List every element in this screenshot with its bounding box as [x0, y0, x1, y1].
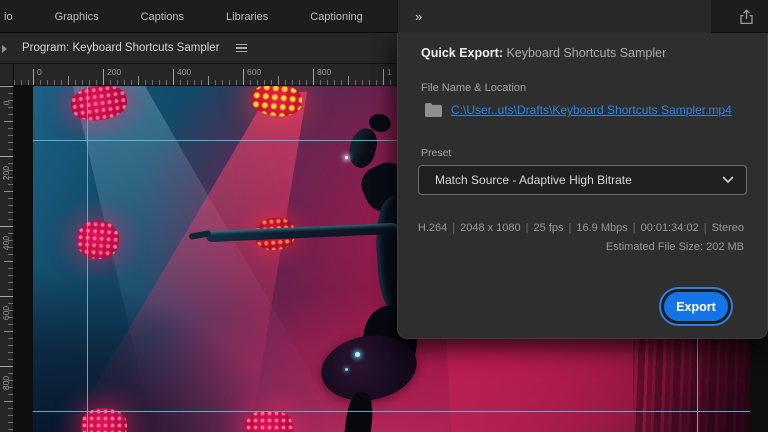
ruler-label: 0 [37, 67, 42, 77]
quick-export-title-value: Keyboard Shortcuts Sampler [502, 46, 667, 60]
export-summary: H.264 | 2048 x 1080 | 25 fps | 16.9 Mbps | 00:01… [406, 222, 744, 234]
panel-edge-arrow-icon[interactable] [2, 45, 7, 53]
tutu-glint [345, 368, 348, 371]
ruler-label: 400 [177, 67, 192, 77]
workspace-tab-graphics[interactable]: Graphics [55, 11, 99, 23]
workspace-tab-captioning[interactable]: Captioning [310, 11, 363, 23]
safe-margin-guide-bottom [33, 411, 750, 412]
ruler-ticks [14, 64, 397, 85]
ruler-label: 200 [107, 67, 122, 77]
file-name-location-label: File Name & Location [421, 82, 527, 94]
horizontal-ruler: 0 200 400 600 800 1 [14, 64, 397, 86]
summary-separator: | [525, 222, 529, 234]
workspace-tabs: io Graphics Captions Libraries Captionin… [4, 0, 363, 33]
ruler-label: 0 [1, 100, 12, 106]
quick-export-title-label: Quick Export: [421, 46, 503, 60]
workspace-bar: io Graphics Captions Libraries Captionin… [0, 0, 768, 33]
vertical-ruler: 0 200 400 600 800 [0, 86, 14, 432]
ruler-label: 600 [247, 67, 262, 77]
quick-export-title: Quick Export: Keyboard Shortcuts Sampler [421, 46, 666, 60]
summary-duration: 00:01:34:02 [640, 222, 699, 234]
ruler-label: 600 [1, 305, 12, 321]
export-file-path-link[interactable]: C:\User..uts\Drafts\Keyboard Shortcuts S… [451, 103, 732, 117]
summary-separator: | [568, 222, 572, 234]
panel-menu-icon[interactable] [235, 43, 247, 53]
summary-framerate: 25 fps [533, 222, 564, 234]
preset-label: Preset [421, 147, 452, 159]
summary-separator: | [703, 222, 707, 234]
workspace-tab-libraries[interactable]: Libraries [226, 11, 268, 23]
summary-audio: Stereo [711, 222, 744, 234]
ruler-label: 1 [387, 67, 392, 77]
sparkle-highlight [345, 156, 348, 159]
ruler-label: 200 [1, 165, 12, 181]
summary-separator: | [632, 222, 636, 234]
chevron-down-icon [722, 176, 734, 184]
program-monitor-header: Program: Keyboard Shortcuts Sampler [0, 33, 397, 64]
preset-dropdown[interactable]: Match Source - Adaptive High Bitrate [418, 165, 747, 195]
summary-bitrate: 16.9 Mbps [576, 222, 628, 234]
quick-export-share-icon[interactable] [734, 5, 758, 29]
estimated-file-size: Estimated File Size: 202 MB [605, 241, 744, 253]
preset-dropdown-value: Match Source - Adaptive High Bitrate [435, 173, 632, 187]
folder-icon[interactable] [425, 103, 442, 117]
ruler-label: 800 [317, 67, 332, 77]
workspace-tab-captions[interactable]: Captions [141, 11, 184, 23]
ruler-label: 800 [1, 375, 12, 391]
summary-codec: H.264 [417, 222, 448, 234]
program-monitor-title: Program: Keyboard Shortcuts Sampler [22, 42, 220, 54]
ruler-label: 400 [1, 235, 12, 251]
workspace-tab-audio-partial[interactable]: io [4, 11, 13, 23]
tutu-glint [355, 352, 360, 357]
ruler-corner [0, 64, 14, 86]
summary-separator: | [452, 222, 456, 234]
export-button[interactable]: Export [664, 292, 728, 321]
workspace-bar-right-section [397, 0, 711, 33]
quick-export-panel: Quick Export: Keyboard Shortcuts Sampler… [397, 33, 768, 339]
led-light-bottom-mid [245, 410, 293, 432]
summary-resolution: 2048 x 1080 [460, 222, 521, 234]
premiere-app-window: 0 200 400 600 800 1 0 200 400 600 800 Pr… [0, 0, 768, 432]
workspace-overflow-chevron-icon[interactable]: » [415, 0, 422, 33]
file-row: C:\User..uts\Drafts\Keyboard Shortcuts S… [425, 103, 732, 117]
safe-margin-guide-left [87, 86, 88, 432]
